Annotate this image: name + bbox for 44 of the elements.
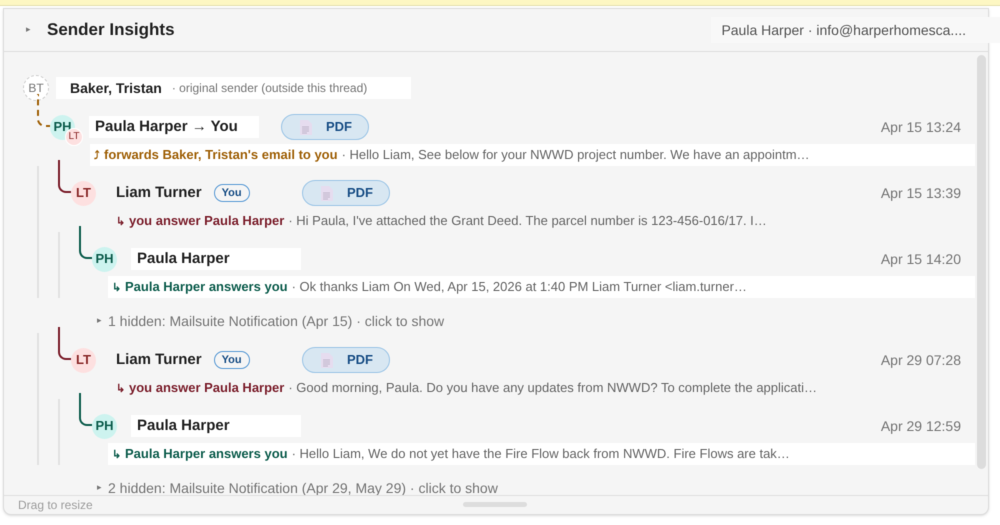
pdf-attachment[interactable]: PDF bbox=[281, 114, 369, 140]
message-action[interactable]: ↳ you answer Paula Harper bbox=[116, 378, 284, 398]
resize-handle[interactable] bbox=[463, 502, 527, 507]
sender-name: Liam Turner bbox=[116, 182, 202, 203]
thread-connector bbox=[58, 160, 71, 193]
message-date: Apr 15 14:20 bbox=[880, 250, 961, 269]
message-date: Apr 15 13:39 bbox=[880, 184, 961, 203]
sender-name: Baker, Tristan bbox=[70, 78, 162, 98]
thread-connector bbox=[79, 226, 92, 259]
expand-toggle[interactable]: ▸ bbox=[26, 23, 31, 37]
document-icon bbox=[321, 352, 333, 368]
document-icon bbox=[321, 186, 333, 200]
message-date: Apr 29 07:28 bbox=[880, 350, 961, 370]
message-preview: · Hi Paula, I've attached the Grant Deed. The parcel number is 123-456-016/17. I… bbox=[288, 212, 767, 230]
you-tag: You bbox=[214, 184, 250, 202]
message-action[interactable]: ⤴ forwards Baker, Tristan's email to you bbox=[94, 145, 338, 165]
sender-note: · original sender (outside this thread) bbox=[172, 80, 368, 97]
message-preview: · Good morning, Paula. Do you have any updates from NWWD? To complete the applicati… bbox=[288, 379, 818, 398]
message-preview: · Ok thanks Liam On Wed, Apr 15, 2026 at 1:40 PM Liam Turner <liam.turner… bbox=[292, 278, 747, 296]
sender-name: Paula Harper bbox=[137, 248, 230, 269]
hidden-messages-toggle[interactable]: ▸ 1 hidden: Mailsuite Notification (Apr 15) · click to show bbox=[97, 309, 444, 333]
message-date: Apr 15 13:24 bbox=[880, 118, 961, 137]
message-preview: · Hello Liam, See below for your NWWD project number. We have an appointm… bbox=[342, 146, 810, 164]
message-date: Apr 29 12:59 bbox=[880, 416, 961, 436]
avatar: PH bbox=[92, 246, 117, 272]
panel-title: Sender Insights bbox=[47, 19, 175, 42]
thread-connector bbox=[79, 393, 92, 426]
pdf-attachment[interactable]: PDF bbox=[302, 180, 390, 206]
sender-name: Liam Turner bbox=[116, 350, 202, 370]
message-action[interactable]: ↳ you answer Paula Harper bbox=[116, 211, 284, 231]
you-tag: You bbox=[214, 351, 250, 369]
sender-name: Paula Harper → You bbox=[95, 116, 238, 137]
resize-hint: Drag to resize bbox=[18, 497, 93, 514]
avatar: PH bbox=[92, 414, 117, 438]
avatar: BT bbox=[23, 75, 49, 101]
message-action[interactable]: ↳ Paula Harper answers you bbox=[112, 277, 288, 297]
avatar: LT bbox=[71, 348, 96, 372]
sender-name: Paula Harper bbox=[137, 416, 230, 436]
avatar: LT bbox=[71, 180, 96, 206]
pdf-attachment[interactable]: PDF bbox=[302, 347, 390, 373]
thread-connector bbox=[58, 327, 71, 360]
message-action[interactable]: ↳ Paula Harper answers you bbox=[112, 444, 288, 464]
message-preview: · Hello Liam, We do not yet have the Fire Flow back from NWWD. Fire Flows are tak… bbox=[292, 445, 790, 464]
document-icon bbox=[300, 120, 312, 134]
